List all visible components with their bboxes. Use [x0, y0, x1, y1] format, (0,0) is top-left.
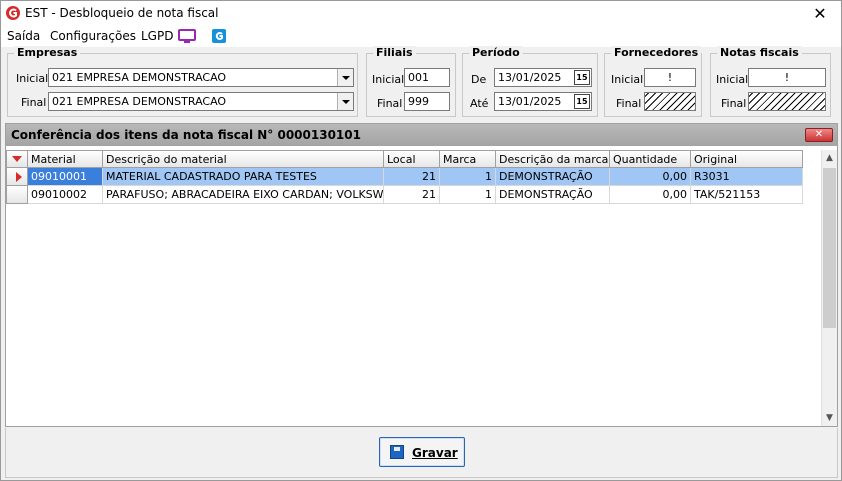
- periodo-ate-value: 13/01/2025: [498, 95, 562, 108]
- filiais-group: Filiais Inicial 001 Final 999: [366, 46, 456, 117]
- app-logo-icon: [6, 6, 20, 20]
- notas-fiscais-title: Notas fiscais: [717, 46, 802, 59]
- sort-down-icon: [12, 156, 22, 162]
- empresas-inicial-value: 021 EMPRESA DEMONSTRACAO: [52, 71, 227, 84]
- monitor-icon[interactable]: [178, 28, 196, 44]
- sort-indicator-header[interactable]: [6, 150, 28, 168]
- fornecedores-final-label: Final: [616, 97, 642, 110]
- app-window: EST - Desbloqueio de nota fiscal ✕ Saída…: [0, 0, 842, 481]
- menu-saida[interactable]: Saída: [7, 29, 40, 43]
- chevron-down-icon[interactable]: [337, 69, 353, 86]
- menu-lgpd[interactable]: LGPD: [141, 29, 173, 43]
- col-quantidade[interactable]: Quantidade: [610, 150, 691, 168]
- col-material[interactable]: Material: [28, 150, 103, 168]
- notas-final-label: Final: [721, 97, 747, 110]
- help-app-icon[interactable]: [211, 28, 227, 44]
- col-descricao-marca[interactable]: Descrição da marca: [496, 150, 610, 168]
- periodo-de-label: De: [471, 73, 487, 86]
- col-descricao-material[interactable]: Descrição do material: [103, 150, 384, 168]
- current-row-arrow-icon: [16, 172, 22, 182]
- scroll-up-icon[interactable]: ▲: [822, 150, 837, 166]
- title-bar: EST - Desbloqueio de nota fiscal ✕: [1, 1, 841, 27]
- filiais-title: Filiais: [373, 46, 416, 59]
- filiais-final-input[interactable]: 999: [404, 92, 450, 111]
- cell-local[interactable]: 21: [384, 186, 440, 204]
- periodo-ate-input[interactable]: 13/01/2025 15: [494, 92, 592, 111]
- cell-original[interactable]: R3031: [691, 168, 803, 186]
- periodo-de-value: 13/01/2025: [498, 71, 562, 84]
- items-grid[interactable]: Material Descrição do material Local Mar…: [6, 150, 822, 426]
- footer-bar: Gravar: [5, 428, 838, 478]
- periodo-title: Período: [469, 46, 523, 59]
- cell-descricao-marca[interactable]: DEMONSTRAÇÃO: [496, 168, 610, 186]
- cell-marca[interactable]: 1: [440, 186, 496, 204]
- menu-configuracoes[interactable]: Configurações: [50, 29, 136, 43]
- periodo-ate-label: Até: [470, 97, 489, 110]
- cell-original[interactable]: TAK/521153: [691, 186, 803, 204]
- window-close-button[interactable]: ✕: [803, 1, 837, 27]
- notas-inicial-input[interactable]: !: [748, 68, 826, 87]
- scroll-thumb[interactable]: [823, 168, 836, 328]
- row-indicator[interactable]: [6, 186, 28, 204]
- empresas-inicial-select[interactable]: 021 EMPRESA DEMONSTRACAO: [48, 68, 354, 87]
- panel-title: Conferência dos itens da nota fiscal N° …: [11, 128, 361, 142]
- col-marca[interactable]: Marca: [440, 150, 496, 168]
- empresas-final-value: 021 EMPRESA DEMONSTRACAO: [52, 95, 227, 108]
- calendar-icon[interactable]: 15: [574, 70, 590, 85]
- cell-local[interactable]: 21: [384, 168, 440, 186]
- panel-header: Conferência dos itens da nota fiscal N° …: [6, 124, 837, 146]
- items-panel: Conferência dos itens da nota fiscal N° …: [5, 123, 838, 427]
- notas-fiscais-group: Notas fiscais Inicial ! Final: [710, 46, 831, 117]
- empresas-final-select[interactable]: 021 EMPRESA DEMONSTRACAO: [48, 92, 354, 111]
- fornecedores-title: Fornecedores: [611, 46, 702, 59]
- cell-descricao-material[interactable]: PARAFUSO; ABRACADEIRA EIXO CARDAN; VOLKS…: [103, 186, 384, 204]
- cell-marca[interactable]: 1: [440, 168, 496, 186]
- fornecedores-group: Fornecedores Inicial ! Final: [604, 46, 702, 117]
- window-title: EST - Desbloqueio de nota fiscal: [25, 6, 219, 20]
- floppy-disk-icon: [390, 445, 404, 459]
- cell-descricao-material[interactable]: MATERIAL CADASTRADO PARA TESTES: [103, 168, 384, 186]
- menu-bar: Saída Configurações LGPD: [1, 27, 841, 47]
- periodo-de-input[interactable]: 13/01/2025 15: [494, 68, 592, 87]
- empresas-group: Empresas Inicial 021 EMPRESA DEMONSTRACA…: [7, 46, 358, 117]
- save-button-label: Gravar: [412, 446, 458, 460]
- periodo-group: Período De 13/01/2025 15 Até 13/01/2025 …: [462, 46, 598, 117]
- scroll-down-icon[interactable]: ▼: [822, 410, 837, 426]
- filters-area: Empresas Inicial 021 EMPRESA DEMONSTRACA…: [1, 46, 841, 121]
- chevron-down-icon[interactable]: [337, 93, 353, 110]
- fornecedores-final-input[interactable]: [644, 92, 696, 111]
- filiais-inicial-input[interactable]: 001: [404, 68, 450, 87]
- cell-quantidade[interactable]: 0,00: [610, 168, 691, 186]
- cell-material[interactable]: 09010002: [28, 186, 103, 204]
- empresas-final-label: Final: [21, 96, 47, 109]
- filiais-inicial-label: Inicial: [372, 73, 405, 86]
- vertical-scrollbar[interactable]: ▲ ▼: [821, 150, 837, 426]
- row-indicator[interactable]: [6, 168, 28, 186]
- empresas-inicial-label: Inicial: [16, 72, 49, 85]
- save-button[interactable]: Gravar: [379, 437, 465, 467]
- panel-close-button[interactable]: ✕: [805, 128, 833, 142]
- calendar-icon[interactable]: 15: [574, 94, 590, 109]
- filiais-final-label: Final: [377, 97, 403, 110]
- notas-inicial-label: Inicial: [716, 73, 749, 86]
- cell-material[interactable]: 09010001: [28, 168, 103, 186]
- col-local[interactable]: Local: [384, 150, 440, 168]
- col-original[interactable]: Original: [691, 150, 803, 168]
- cell-descricao-marca[interactable]: DEMONSTRAÇÃO: [496, 186, 610, 204]
- fornecedores-inicial-input[interactable]: !: [644, 68, 696, 87]
- cell-quantidade[interactable]: 0,00: [610, 186, 691, 204]
- fornecedores-inicial-label: Inicial: [611, 73, 644, 86]
- empresas-title: Empresas: [14, 46, 81, 59]
- notas-final-input[interactable]: [748, 92, 826, 111]
